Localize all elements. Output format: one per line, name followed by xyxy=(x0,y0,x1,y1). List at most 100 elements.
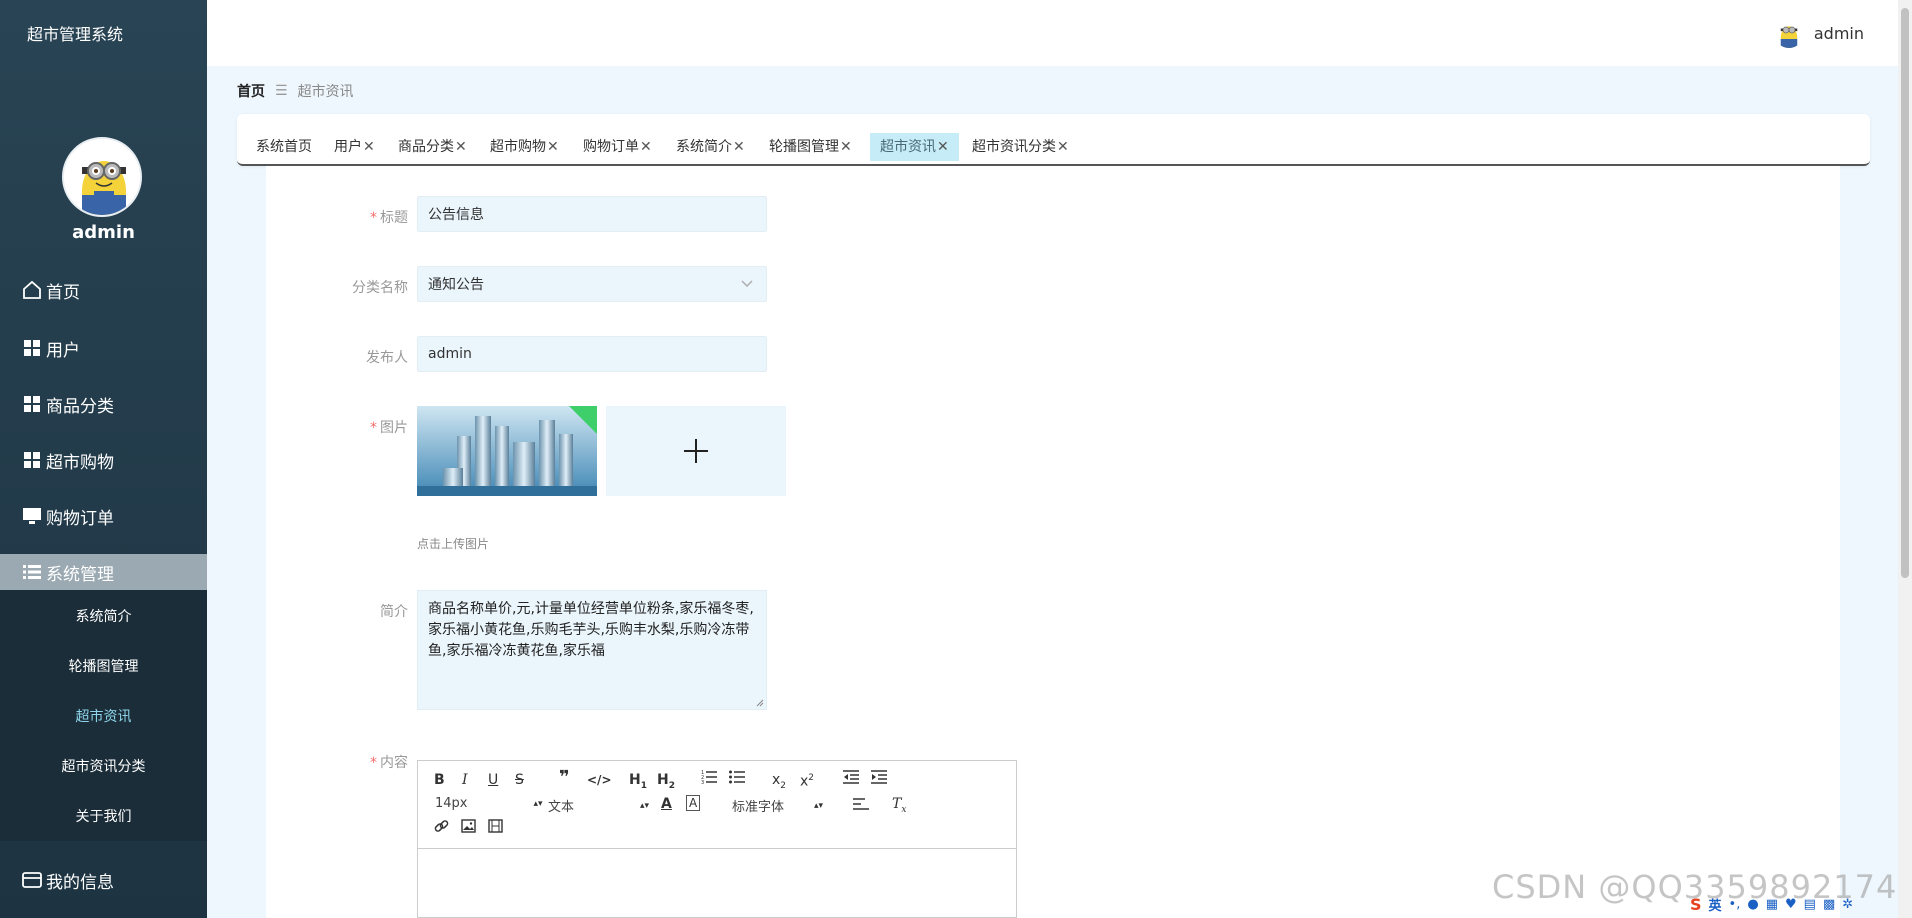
intro-textarea[interactable]: 商品名称单价,元,计量单位经营单位粉条,家乐福冬枣,家乐福小黄花鱼,乐购毛芋头,… xyxy=(417,590,767,710)
heading2-icon[interactable]: H2 xyxy=(657,771,675,795)
sidebar-item-label: 超市购物 xyxy=(46,452,114,473)
font-size-select[interactable]: 14px ▴▾ xyxy=(435,796,543,811)
svg-text:3: 3 xyxy=(701,780,704,785)
category-label: 分类名称 xyxy=(352,280,408,296)
title-input[interactable]: 公告信息 xyxy=(417,196,767,232)
close-icon[interactable]: ✕ xyxy=(733,139,745,155)
system-submenu: 系统简介 轮播图管理 超市资讯 超市资讯分类 关于我们 xyxy=(0,590,207,841)
tab-categories[interactable]: 商品分类✕ xyxy=(388,133,477,161)
close-icon[interactable]: ✕ xyxy=(840,139,852,155)
keyboard-icon[interactable]: ▦ xyxy=(1766,897,1778,912)
close-icon[interactable]: ✕ xyxy=(363,139,375,155)
blockquote-icon[interactable]: ❞ xyxy=(559,769,570,787)
tab-carousel[interactable]: 轮播图管理✕ xyxy=(759,133,862,161)
sidebar-item-label: 购物订单 xyxy=(46,508,114,529)
tab-shopping[interactable]: 超市购物✕ xyxy=(480,133,569,161)
close-icon[interactable]: ✕ xyxy=(1057,139,1069,155)
close-icon[interactable]: ✕ xyxy=(937,139,949,155)
header-select[interactable]: 文本 ▴▾ xyxy=(548,796,649,815)
editor-content-area[interactable] xyxy=(418,850,1016,918)
submenu-item-carousel[interactable]: 轮播图管理 xyxy=(0,656,207,676)
category-select-value: 通知公告 xyxy=(428,277,484,293)
tab-label: 超市购物 xyxy=(490,139,546,155)
settings-icon[interactable]: ✲ xyxy=(1842,897,1853,912)
tab-news-category[interactable]: 超市资讯分类✕ xyxy=(962,133,1079,161)
heading1-icon[interactable]: H1 xyxy=(629,771,647,795)
tabs-bar: 系统首页 用户✕ 商品分类✕ 超市购物✕ 购物订单✕ 系统简介✕ 轮播图管理✕ … xyxy=(237,114,1870,166)
tab-label: 用户 xyxy=(334,139,362,155)
bold-icon[interactable]: B xyxy=(434,771,445,789)
select-arrows-icon: ▴▾ xyxy=(640,800,650,811)
submenu-item-intro[interactable]: 系统简介 xyxy=(0,606,207,626)
strikethrough-icon[interactable]: S xyxy=(515,771,524,789)
grid-icon[interactable]: ▩ xyxy=(1823,897,1835,912)
intro-text: 商品名称单价,元,计量单位经营单位粉条,家乐福冬枣,家乐福小黄花鱼,乐购毛芋头,… xyxy=(428,601,754,659)
microphone-icon[interactable]: ● xyxy=(1747,897,1758,912)
indent-icon[interactable] xyxy=(871,769,887,790)
tab-home[interactable]: 系统首页 xyxy=(246,133,322,161)
sidebar-item-categories[interactable]: 商品分类 xyxy=(0,386,207,422)
punctuation-icon[interactable]: •, xyxy=(1729,897,1741,912)
user-menu[interactable]: admin xyxy=(1773,18,1864,48)
align-icon[interactable] xyxy=(853,797,869,816)
font-color-icon[interactable]: A xyxy=(661,795,672,813)
close-icon[interactable]: ✕ xyxy=(640,139,652,155)
sogou-logo-icon[interactable]: S xyxy=(1690,895,1702,914)
submenu-item-about[interactable]: 关于我们 xyxy=(0,806,207,826)
code-block-icon[interactable]: </> xyxy=(587,771,612,789)
close-icon[interactable]: ✕ xyxy=(455,139,467,155)
outdent-icon[interactable] xyxy=(843,769,859,790)
sidebar-item-shopping[interactable]: 超市购物 xyxy=(0,442,207,478)
background-color-icon[interactable]: A xyxy=(686,795,701,811)
sidebar-item-my-info[interactable]: 我的信息 xyxy=(0,862,207,898)
tab-news[interactable]: 超市资讯✕ xyxy=(870,133,959,161)
required-mark: * xyxy=(370,210,377,226)
resize-handle-icon[interactable] xyxy=(756,699,764,707)
uploaded-image-thumbnail[interactable] xyxy=(417,406,597,496)
page-scrollbar[interactable] xyxy=(1898,0,1912,918)
publisher-input[interactable]: admin xyxy=(417,336,767,372)
tab-users[interactable]: 用户✕ xyxy=(324,133,385,161)
skin-icon[interactable]: ♥ xyxy=(1785,897,1797,912)
tab-label: 商品分类 xyxy=(398,139,454,155)
video-icon[interactable] xyxy=(488,819,503,838)
underline-icon[interactable]: U xyxy=(488,771,498,789)
image-icon[interactable] xyxy=(461,819,476,838)
content-label: * 内容 xyxy=(370,755,408,771)
link-icon[interactable] xyxy=(434,819,449,839)
toolbox-icon[interactable]: ▤ xyxy=(1804,897,1816,912)
superscript-icon[interactable]: x2 xyxy=(800,769,814,791)
clear-format-icon[interactable]: Tx xyxy=(892,795,906,819)
category-select[interactable]: 通知公告 xyxy=(417,266,767,302)
subscript-icon[interactable]: x2 xyxy=(772,771,786,795)
tab-label: 超市资讯 xyxy=(880,139,936,155)
sidebar-item-home[interactable]: 首页 xyxy=(0,272,207,308)
sidebar-item-system[interactable]: 系统管理 xyxy=(0,554,207,590)
minion-avatar-icon xyxy=(64,139,140,215)
sidebar-item-label: 首页 xyxy=(46,282,80,303)
submenu-item-news[interactable]: 超市资讯 xyxy=(0,706,207,726)
tab-label: 系统简介 xyxy=(676,139,732,155)
breadcrumb-home[interactable]: 首页 xyxy=(237,81,265,101)
plus-icon xyxy=(684,439,708,463)
sidebar-item-orders[interactable]: 购物订单 xyxy=(0,498,207,534)
tab-orders[interactable]: 购物订单✕ xyxy=(573,133,662,161)
tab-label: 购物订单 xyxy=(583,139,639,155)
sidebar: 超市管理系统 admin 首页 用户 商品分类 超市购物 购物订单 系统管理 系… xyxy=(0,0,207,918)
upload-image-button[interactable] xyxy=(606,406,786,496)
list-icon xyxy=(22,562,42,582)
close-icon[interactable]: ✕ xyxy=(547,139,559,155)
scrollbar-thumb[interactable] xyxy=(1901,8,1909,578)
avatar[interactable] xyxy=(62,137,142,217)
sidebar-item-label: 用户 xyxy=(46,340,80,361)
ime-language[interactable]: 英 xyxy=(1709,895,1722,914)
tab-system-intro[interactable]: 系统简介✕ xyxy=(666,133,755,161)
sidebar-item-users[interactable]: 用户 xyxy=(0,330,207,366)
rich-text-editor: B I U S ❞ </> H1 H2 123 x2 x2 14px ▴▾ 文本 ▴… xyxy=(417,760,1017,918)
bullet-list-icon[interactable] xyxy=(729,769,745,790)
ordered-list-icon[interactable]: 123 xyxy=(701,769,717,790)
italic-icon[interactable]: I xyxy=(462,771,468,789)
font-family-select[interactable]: 标准字体 ▴▾ xyxy=(732,796,823,815)
cosmetics-product-image xyxy=(417,406,597,496)
submenu-item-news-category[interactable]: 超市资讯分类 xyxy=(0,756,207,776)
